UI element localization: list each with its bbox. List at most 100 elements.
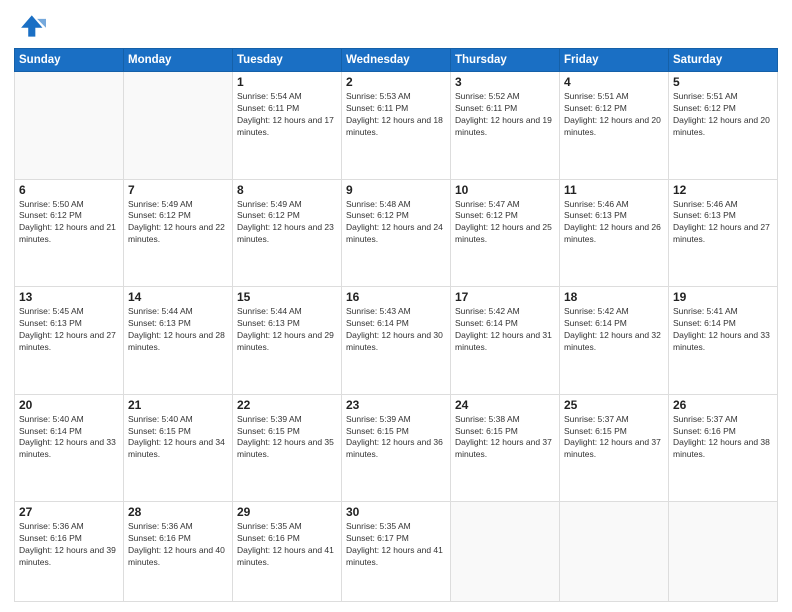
col-header-tuesday: Tuesday — [233, 49, 342, 72]
day-cell — [15, 72, 124, 180]
calendar-table: SundayMondayTuesdayWednesdayThursdayFrid… — [14, 48, 778, 602]
day-number: 6 — [19, 183, 119, 197]
day-cell: 16 Sunrise: 5:43 AM Sunset: 6:14 PM Dayli… — [342, 287, 451, 395]
day-number: 16 — [346, 290, 446, 304]
week-row-0: 1 Sunrise: 5:54 AM Sunset: 6:11 PM Daylig… — [15, 72, 778, 180]
day-detail: Sunrise: 5:45 AM Sunset: 6:13 PM Dayligh… — [19, 306, 119, 354]
day-detail: Sunrise: 5:54 AM Sunset: 6:11 PM Dayligh… — [237, 91, 337, 139]
day-cell: 17 Sunrise: 5:42 AM Sunset: 6:14 PM Dayli… — [451, 287, 560, 395]
day-detail: Sunrise: 5:40 AM Sunset: 6:14 PM Dayligh… — [19, 414, 119, 462]
day-detail: Sunrise: 5:39 AM Sunset: 6:15 PM Dayligh… — [237, 414, 337, 462]
day-detail: Sunrise: 5:39 AM Sunset: 6:15 PM Dayligh… — [346, 414, 446, 462]
day-detail: Sunrise: 5:42 AM Sunset: 6:14 PM Dayligh… — [564, 306, 664, 354]
day-number: 15 — [237, 290, 337, 304]
day-detail: Sunrise: 5:43 AM Sunset: 6:14 PM Dayligh… — [346, 306, 446, 354]
day-number: 17 — [455, 290, 555, 304]
day-cell: 7 Sunrise: 5:49 AM Sunset: 6:12 PM Daylig… — [124, 179, 233, 287]
day-number: 24 — [455, 398, 555, 412]
day-number: 28 — [128, 505, 228, 519]
day-number: 4 — [564, 75, 664, 89]
day-number: 9 — [346, 183, 446, 197]
day-number: 3 — [455, 75, 555, 89]
day-number: 1 — [237, 75, 337, 89]
day-detail: Sunrise: 5:46 AM Sunset: 6:13 PM Dayligh… — [564, 199, 664, 247]
day-cell: 2 Sunrise: 5:53 AM Sunset: 6:11 PM Daylig… — [342, 72, 451, 180]
day-cell: 13 Sunrise: 5:45 AM Sunset: 6:13 PM Dayli… — [15, 287, 124, 395]
day-detail: Sunrise: 5:40 AM Sunset: 6:15 PM Dayligh… — [128, 414, 228, 462]
day-detail: Sunrise: 5:51 AM Sunset: 6:12 PM Dayligh… — [564, 91, 664, 139]
col-header-saturday: Saturday — [669, 49, 778, 72]
day-cell: 20 Sunrise: 5:40 AM Sunset: 6:14 PM Dayli… — [15, 394, 124, 502]
day-cell: 10 Sunrise: 5:47 AM Sunset: 6:12 PM Dayli… — [451, 179, 560, 287]
day-cell: 9 Sunrise: 5:48 AM Sunset: 6:12 PM Daylig… — [342, 179, 451, 287]
day-detail: Sunrise: 5:35 AM Sunset: 6:17 PM Dayligh… — [346, 521, 446, 569]
day-cell — [451, 502, 560, 602]
day-number: 8 — [237, 183, 337, 197]
logo — [14, 10, 50, 42]
day-number: 22 — [237, 398, 337, 412]
day-cell: 25 Sunrise: 5:37 AM Sunset: 6:15 PM Dayli… — [560, 394, 669, 502]
day-detail: Sunrise: 5:37 AM Sunset: 6:15 PM Dayligh… — [564, 414, 664, 462]
day-number: 2 — [346, 75, 446, 89]
header — [14, 10, 778, 42]
day-cell — [124, 72, 233, 180]
day-detail: Sunrise: 5:35 AM Sunset: 6:16 PM Dayligh… — [237, 521, 337, 569]
day-number: 26 — [673, 398, 773, 412]
week-row-2: 13 Sunrise: 5:45 AM Sunset: 6:13 PM Dayli… — [15, 287, 778, 395]
col-header-monday: Monday — [124, 49, 233, 72]
day-cell: 8Sunrise: 5:49 AM Sunset: 6:12 PM Daylig… — [233, 179, 342, 287]
day-detail: Sunrise: 5:42 AM Sunset: 6:14 PM Dayligh… — [455, 306, 555, 354]
day-cell — [560, 502, 669, 602]
day-detail: Sunrise: 5:51 AM Sunset: 6:12 PM Dayligh… — [673, 91, 773, 139]
day-detail: Sunrise: 5:49 AM Sunset: 6:12 PM Dayligh… — [128, 199, 228, 247]
logo-icon — [14, 10, 46, 42]
day-detail: Sunrise: 5:50 AM Sunset: 6:12 PM Dayligh… — [19, 199, 119, 247]
day-cell: 24 Sunrise: 5:38 AM Sunset: 6:15 PM Dayli… — [451, 394, 560, 502]
week-row-1: 6 Sunrise: 5:50 AM Sunset: 6:12 PM Daylig… — [15, 179, 778, 287]
day-cell: 3Sunrise: 5:52 AM Sunset: 6:11 PM Daylig… — [451, 72, 560, 180]
day-detail: Sunrise: 5:46 AM Sunset: 6:13 PM Dayligh… — [673, 199, 773, 247]
day-cell — [669, 502, 778, 602]
day-cell: 27 Sunrise: 5:36 AM Sunset: 6:16 PM Dayli… — [15, 502, 124, 602]
day-number: 13 — [19, 290, 119, 304]
day-number: 30 — [346, 505, 446, 519]
day-number: 23 — [346, 398, 446, 412]
day-number: 20 — [19, 398, 119, 412]
day-number: 10 — [455, 183, 555, 197]
day-number: 18 — [564, 290, 664, 304]
day-detail: Sunrise: 5:44 AM Sunset: 6:13 PM Dayligh… — [128, 306, 228, 354]
day-detail: Sunrise: 5:41 AM Sunset: 6:14 PM Dayligh… — [673, 306, 773, 354]
day-detail: Sunrise: 5:47 AM Sunset: 6:12 PM Dayligh… — [455, 199, 555, 247]
day-cell: 1 Sunrise: 5:54 AM Sunset: 6:11 PM Daylig… — [233, 72, 342, 180]
day-cell: 18 Sunrise: 5:42 AM Sunset: 6:14 PM Dayli… — [560, 287, 669, 395]
page: SundayMondayTuesdayWednesdayThursdayFrid… — [0, 0, 792, 612]
day-detail: Sunrise: 5:38 AM Sunset: 6:15 PM Dayligh… — [455, 414, 555, 462]
day-cell: 26 Sunrise: 5:37 AM Sunset: 6:16 PM Dayli… — [669, 394, 778, 502]
day-cell: 4 Sunrise: 5:51 AM Sunset: 6:12 PM Daylig… — [560, 72, 669, 180]
col-header-thursday: Thursday — [451, 49, 560, 72]
day-cell: 12 Sunrise: 5:46 AM Sunset: 6:13 PM Dayli… — [669, 179, 778, 287]
day-cell: 30 Sunrise: 5:35 AM Sunset: 6:17 PM Dayli… — [342, 502, 451, 602]
day-cell: 23 Sunrise: 5:39 AM Sunset: 6:15 PM Dayli… — [342, 394, 451, 502]
day-detail: Sunrise: 5:36 AM Sunset: 6:16 PM Dayligh… — [19, 521, 119, 569]
day-number: 25 — [564, 398, 664, 412]
day-number: 12 — [673, 183, 773, 197]
day-cell: 21Sunrise: 5:40 AM Sunset: 6:15 PM Dayli… — [124, 394, 233, 502]
day-detail: Sunrise: 5:48 AM Sunset: 6:12 PM Dayligh… — [346, 199, 446, 247]
day-number: 29 — [237, 505, 337, 519]
day-cell: 15Sunrise: 5:44 AM Sunset: 6:13 PM Dayli… — [233, 287, 342, 395]
header-row: SundayMondayTuesdayWednesdayThursdayFrid… — [15, 49, 778, 72]
day-cell: 11Sunrise: 5:46 AM Sunset: 6:13 PM Dayli… — [560, 179, 669, 287]
day-detail: Sunrise: 5:37 AM Sunset: 6:16 PM Dayligh… — [673, 414, 773, 462]
col-header-friday: Friday — [560, 49, 669, 72]
day-number: 14 — [128, 290, 228, 304]
day-detail: Sunrise: 5:53 AM Sunset: 6:11 PM Dayligh… — [346, 91, 446, 139]
col-header-wednesday: Wednesday — [342, 49, 451, 72]
day-detail: Sunrise: 5:36 AM Sunset: 6:16 PM Dayligh… — [128, 521, 228, 569]
week-row-4: 27 Sunrise: 5:36 AM Sunset: 6:16 PM Dayli… — [15, 502, 778, 602]
day-number: 27 — [19, 505, 119, 519]
day-cell: 29 Sunrise: 5:35 AM Sunset: 6:16 PM Dayli… — [233, 502, 342, 602]
day-cell: 14 Sunrise: 5:44 AM Sunset: 6:13 PM Dayli… — [124, 287, 233, 395]
day-cell: 5Sunrise: 5:51 AM Sunset: 6:12 PM Daylig… — [669, 72, 778, 180]
day-number: 7 — [128, 183, 228, 197]
